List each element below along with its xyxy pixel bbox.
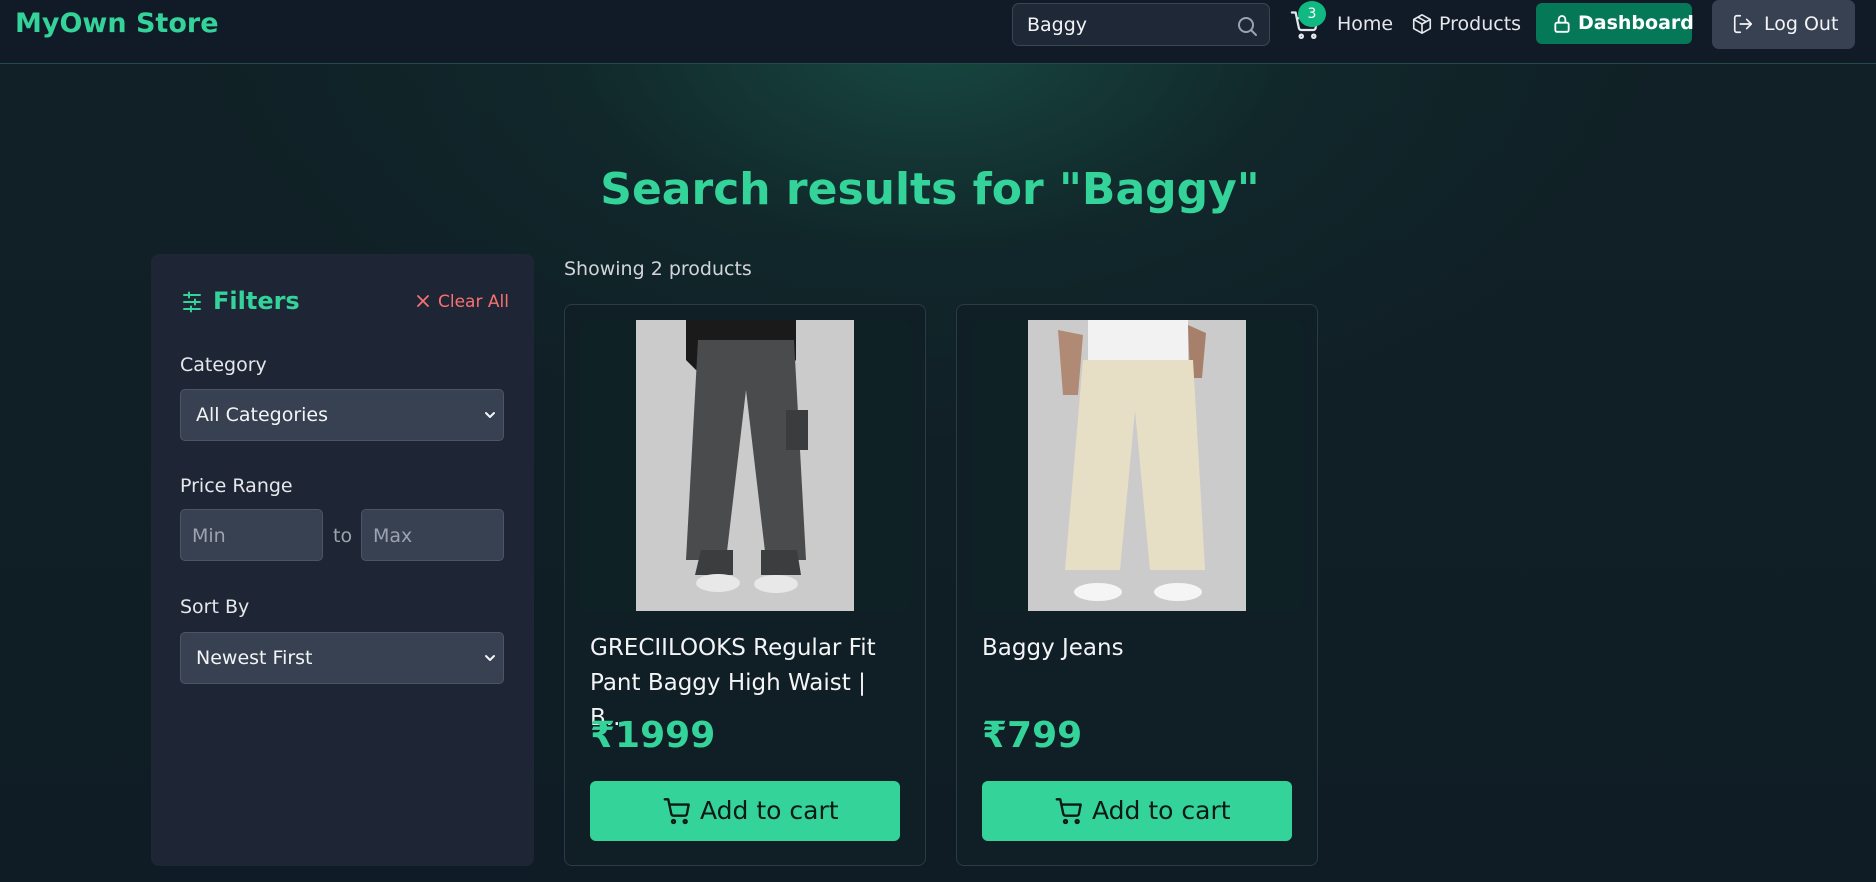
cart-count-badge: 3 bbox=[1298, 1, 1326, 27]
sort-select-value: Newest First bbox=[196, 647, 313, 669]
add-to-cart-button[interactable]: Add to cart bbox=[590, 781, 900, 841]
sort-select[interactable]: Newest First bbox=[180, 632, 504, 684]
add-to-cart-button[interactable]: Add to cart bbox=[982, 781, 1292, 841]
sliders-icon bbox=[183, 291, 201, 313]
add-to-cart-label: Add to cart bbox=[700, 796, 839, 825]
price-min-input[interactable] bbox=[192, 523, 312, 549]
price-range-label: Price Range bbox=[180, 475, 293, 497]
category-select-value: All Categories bbox=[196, 404, 329, 426]
nav-products-link[interactable]: Products bbox=[1439, 13, 1521, 35]
filters-title: Filters bbox=[213, 287, 300, 315]
page-title: Search results for "Baggy" bbox=[600, 164, 1260, 215]
product-image[interactable] bbox=[972, 320, 1303, 611]
logout-button[interactable]: Log Out bbox=[1712, 0, 1855, 49]
product-card[interactable]: GRECIILOOKS Regular Fit Pant Baggy High … bbox=[564, 304, 926, 866]
package-icon bbox=[1412, 14, 1432, 34]
price-max-input[interactable] bbox=[373, 523, 493, 549]
close-icon bbox=[417, 295, 429, 307]
category-label: Category bbox=[180, 354, 267, 376]
sort-by-label: Sort By bbox=[180, 596, 250, 618]
category-select[interactable]: All Categories bbox=[180, 389, 504, 441]
cart-icon bbox=[663, 798, 690, 825]
logout-icon bbox=[1733, 14, 1753, 34]
search-icon[interactable] bbox=[1235, 14, 1259, 38]
search-input[interactable] bbox=[1027, 12, 1227, 38]
product-card[interactable]: Baggy Jeans ₹799 Add to cart bbox=[956, 304, 1318, 866]
product-image[interactable] bbox=[580, 320, 911, 611]
price-to-text: to bbox=[333, 525, 353, 547]
product-photo-beige-baggy-jeans bbox=[1028, 320, 1246, 611]
search-box bbox=[1012, 3, 1270, 46]
brand-logo[interactable]: MyOwn Store bbox=[15, 8, 219, 39]
lock-icon bbox=[1554, 15, 1570, 33]
navbar: MyOwn Store 3 Home Products Dashboard Lo… bbox=[0, 0, 1876, 64]
dashboard-label: Dashboard bbox=[1578, 12, 1694, 34]
add-to-cart-label: Add to cart bbox=[1092, 796, 1231, 825]
price-min-field bbox=[180, 509, 323, 561]
cart-icon bbox=[1055, 798, 1082, 825]
price-max-field bbox=[361, 509, 504, 561]
filters-panel: Filters Clear All Category All Categorie… bbox=[151, 254, 534, 866]
product-title[interactable]: Baggy Jeans bbox=[982, 631, 1296, 666]
results-count: Showing 2 products bbox=[564, 258, 752, 280]
chevron-down-icon bbox=[485, 655, 495, 661]
chevron-down-icon bbox=[485, 412, 495, 418]
dashboard-button[interactable]: Dashboard bbox=[1536, 3, 1694, 44]
product-photo-grey-cargo-pants bbox=[636, 320, 854, 611]
product-price: ₹799 bbox=[982, 715, 1083, 756]
product-price: ₹1999 bbox=[590, 715, 716, 756]
nav-home-link[interactable]: Home bbox=[1337, 13, 1393, 35]
clear-all-label: Clear All bbox=[438, 292, 509, 312]
logout-label: Log Out bbox=[1764, 13, 1839, 35]
